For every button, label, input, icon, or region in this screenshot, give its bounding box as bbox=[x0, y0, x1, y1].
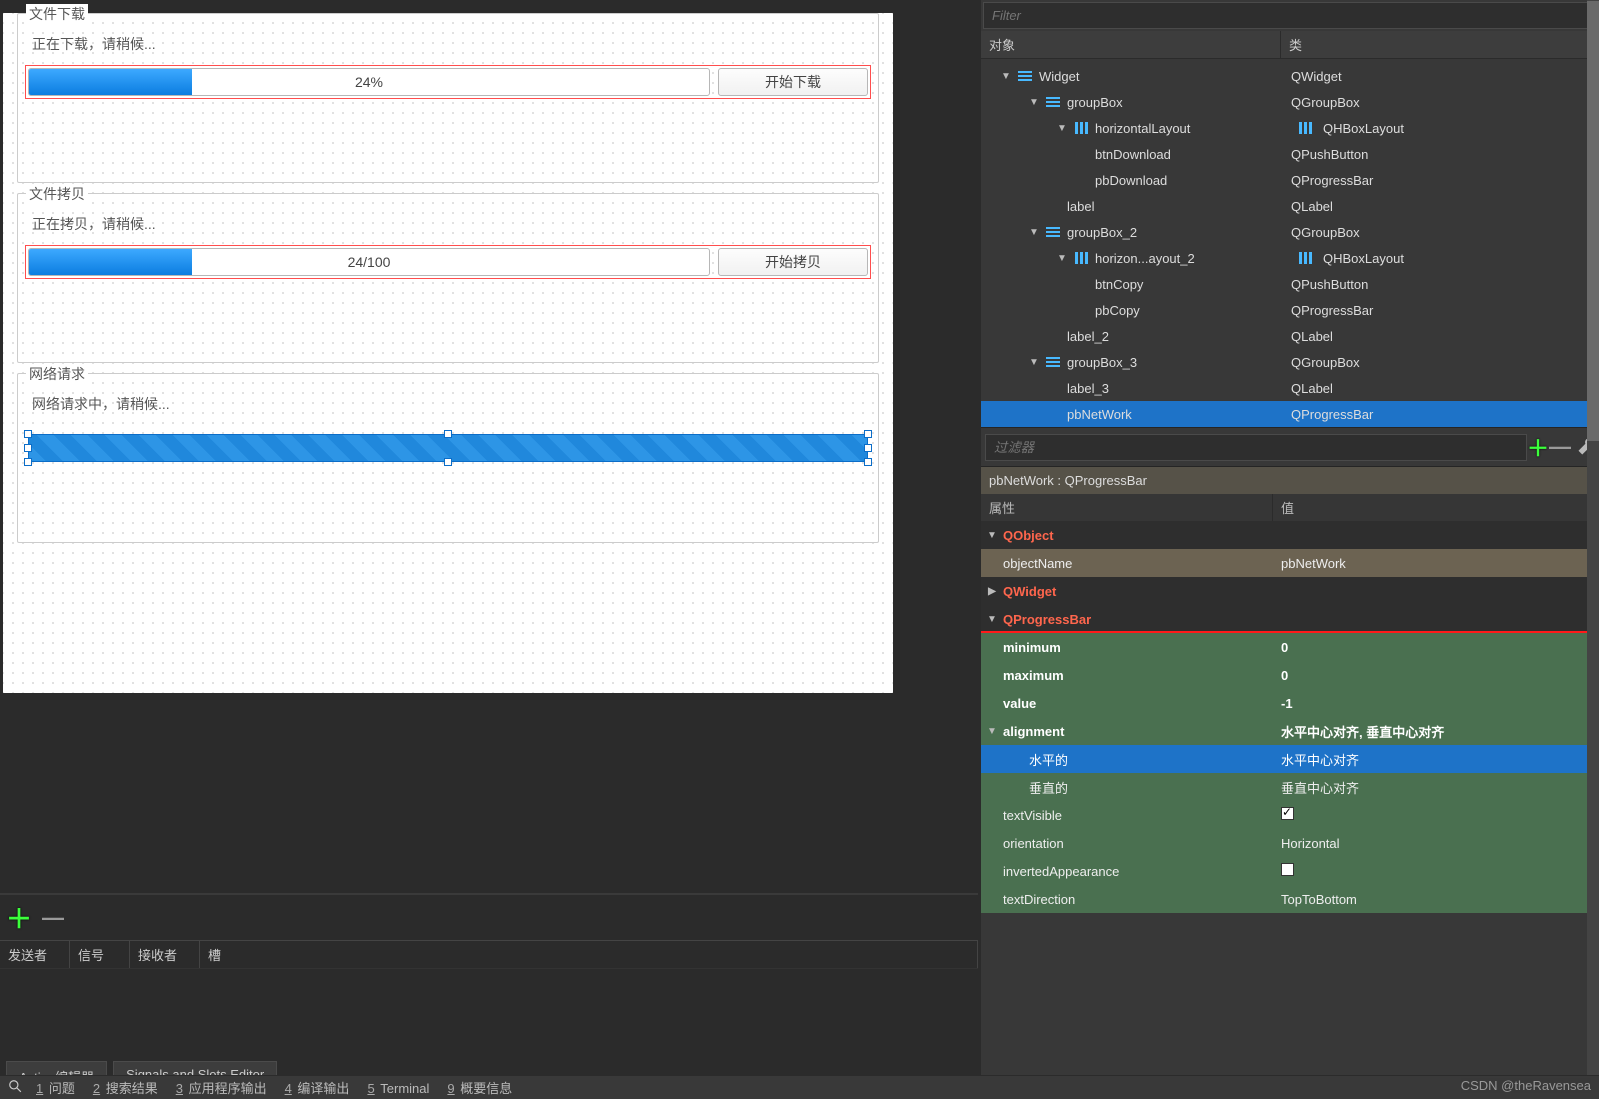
header-prop-name: 属性 bbox=[981, 494, 1273, 521]
tree-node-btnDownload[interactable]: btnDownloadQPushButton bbox=[981, 141, 1599, 167]
class-header-qprogressbar[interactable]: ▼QProgressBar bbox=[981, 605, 1599, 633]
tree-node-pbCopy[interactable]: pbCopyQProgressBar bbox=[981, 297, 1599, 323]
property-headers: 属性 值 bbox=[981, 494, 1599, 521]
col-sender: 发送者 bbox=[0, 941, 70, 968]
tree-node-horizontalLayout[interactable]: ▼horizontalLayoutQHBoxLayout bbox=[981, 115, 1599, 141]
checkbox-icon[interactable] bbox=[1281, 807, 1294, 820]
status-item[interactable]: 3 应用程序输出 bbox=[176, 1081, 267, 1096]
header-object: 对象 bbox=[981, 31, 1281, 58]
signals-slots-panel: ＋ — 发送者 信号 接收者 槽 Action编辑器 Signals and S… bbox=[0, 893, 978, 1099]
groupbox-copy: 文件拷贝 正在拷贝，请稍候... 24/100 开始拷贝 bbox=[17, 193, 879, 363]
label-copy: 正在拷贝，请稍候... bbox=[28, 206, 868, 248]
hbox-icon bbox=[1072, 121, 1090, 135]
tree-node-btnCopy[interactable]: btnCopyQPushButton bbox=[981, 271, 1599, 297]
prop-alignment[interactable]: ▼ alignment 水平中心对齐, 垂直中心对齐 bbox=[981, 717, 1599, 745]
tree-node-label_2[interactable]: label_2QLabel bbox=[981, 323, 1599, 349]
property-list[interactable]: ▼QObject objectName pbNetWork ▶QWidget ▼… bbox=[981, 521, 1599, 913]
prop-minimum[interactable]: minimum 0 bbox=[981, 633, 1599, 661]
status-item[interactable]: 9 概要信息 bbox=[447, 1081, 512, 1096]
start-download-button[interactable]: 开始下载 bbox=[718, 68, 868, 96]
hbox-icon bbox=[1296, 121, 1314, 135]
prop-alignment-vertical[interactable]: 垂直的 垂直中心对齐 bbox=[981, 773, 1599, 801]
groupbox-network: 网络请求 网络请求中，请稍候... bbox=[17, 373, 879, 543]
tree-node-groupBox[interactable]: ▼groupBoxQGroupBox bbox=[981, 89, 1599, 115]
property-title: pbNetWork : QProgressBar bbox=[981, 467, 1599, 494]
scrollbar[interactable] bbox=[1587, 0, 1599, 1099]
property-filter-input[interactable] bbox=[985, 434, 1527, 461]
tree-node-groupBox_2[interactable]: ▼groupBox_2QGroupBox bbox=[981, 219, 1599, 245]
remove-property-icon[interactable]: — bbox=[1549, 434, 1571, 460]
status-item[interactable]: 1 问题 bbox=[36, 1081, 75, 1096]
object-tree[interactable]: ▼WidgetQWidget▼groupBoxQGroupBox▼horizon… bbox=[981, 59, 1599, 427]
layout-icon bbox=[1016, 69, 1034, 83]
prop-invertedappearance[interactable]: invertedAppearance bbox=[981, 857, 1599, 885]
prop-textdirection[interactable]: textDirection TopToBottom bbox=[981, 885, 1599, 913]
status-bar: 1 问题 2 搜索结果 3 应用程序输出 4 编译输出 5 Terminal 9 概要信息 bbox=[0, 1075, 1599, 1099]
col-slot: 槽 bbox=[200, 941, 978, 968]
groupbox-title: 网络请求 bbox=[26, 364, 88, 384]
class-header-qobject[interactable]: ▼QObject bbox=[981, 521, 1599, 549]
progressbar-network-selected[interactable] bbox=[28, 434, 868, 462]
prop-textvisible[interactable]: textVisible bbox=[981, 801, 1599, 829]
groupbox-title: 文件下载 bbox=[26, 4, 88, 24]
prop-maximum[interactable]: maximum 0 bbox=[981, 661, 1599, 689]
tree-node-label[interactable]: labelQLabel bbox=[981, 193, 1599, 219]
progressbar-copy[interactable]: 24/100 bbox=[28, 248, 710, 276]
col-signal: 信号 bbox=[70, 941, 130, 968]
form-canvas[interactable]: 文件下载 正在下载，请稍候... 24% 开始下载 bbox=[3, 13, 893, 693]
layout-icon bbox=[1044, 95, 1062, 109]
progress-text: 24% bbox=[29, 69, 709, 95]
prop-value[interactable]: value -1 bbox=[981, 689, 1599, 717]
status-item[interactable]: 4 编译输出 bbox=[285, 1081, 350, 1096]
progress-text: 24/100 bbox=[29, 249, 709, 275]
tree-node-horizon...ayout_2[interactable]: ▼horizon...ayout_2QHBoxLayout bbox=[981, 245, 1599, 271]
checkbox-icon[interactable] bbox=[1281, 863, 1294, 876]
col-receiver: 接收者 bbox=[130, 941, 200, 968]
hbox-icon bbox=[1296, 251, 1314, 265]
header-prop-value: 值 bbox=[1273, 494, 1599, 521]
object-filter-input[interactable] bbox=[983, 2, 1597, 29]
progressbar-download[interactable]: 24% bbox=[28, 68, 710, 96]
add-property-icon[interactable]: ＋ bbox=[1527, 431, 1549, 463]
tree-node-groupBox_3[interactable]: ▼groupBox_3QGroupBox bbox=[981, 349, 1599, 375]
layout-icon bbox=[1044, 225, 1062, 239]
hbox-icon bbox=[1072, 251, 1090, 265]
label-download: 正在下载，请稍候... bbox=[28, 26, 868, 68]
tree-node-pbNetWork[interactable]: pbNetWorkQProgressBar bbox=[981, 401, 1599, 427]
status-item[interactable]: 5 Terminal bbox=[367, 1081, 429, 1096]
prop-alignment-horizontal[interactable]: 水平的 水平中心对齐 bbox=[981, 745, 1599, 773]
status-item[interactable]: 2 搜索结果 bbox=[93, 1081, 158, 1096]
layout-icon bbox=[1044, 355, 1062, 369]
search-icon[interactable] bbox=[8, 1079, 22, 1096]
label-network: 网络请求中，请稍候... bbox=[28, 386, 868, 428]
class-header-qwidget[interactable]: ▶QWidget bbox=[981, 577, 1599, 605]
add-icon[interactable]: ＋ bbox=[6, 899, 32, 936]
header-class: 类 bbox=[1281, 31, 1599, 58]
tree-node-Widget[interactable]: ▼WidgetQWidget bbox=[981, 63, 1599, 89]
tree-node-label_3[interactable]: label_3QLabel bbox=[981, 375, 1599, 401]
groupbox-title: 文件拷贝 bbox=[26, 184, 88, 204]
tree-node-pbDownload[interactable]: pbDownloadQProgressBar bbox=[981, 167, 1599, 193]
remove-icon[interactable]: — bbox=[42, 905, 64, 931]
groupbox-download: 文件下载 正在下载，请稍候... 24% 开始下载 bbox=[17, 13, 879, 183]
signals-table-header: 发送者 信号 接收者 槽 bbox=[0, 940, 978, 969]
start-copy-button[interactable]: 开始拷贝 bbox=[718, 248, 868, 276]
object-tree-header: 对象 类 bbox=[981, 31, 1599, 59]
prop-objectname[interactable]: objectName pbNetWork bbox=[981, 549, 1599, 577]
prop-orientation[interactable]: orientation Horizontal bbox=[981, 829, 1599, 857]
watermark: CSDN @theRavensea bbox=[1461, 1078, 1591, 1093]
